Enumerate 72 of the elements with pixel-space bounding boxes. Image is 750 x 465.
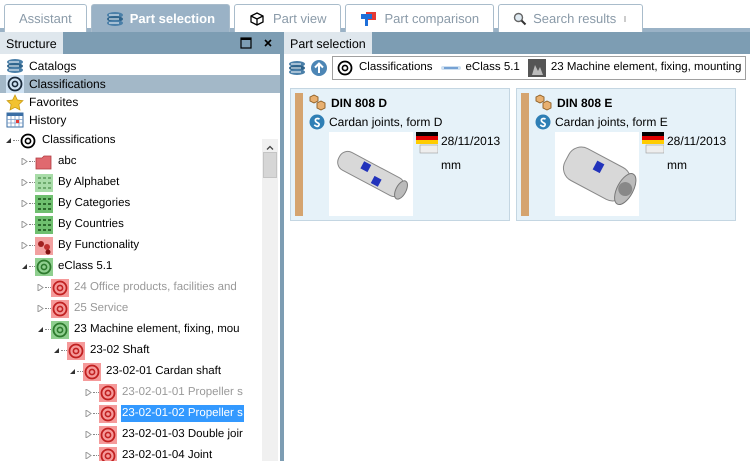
part-unit: mm bbox=[667, 157, 688, 174]
expand-icon[interactable] bbox=[20, 221, 28, 228]
tree-item[interactable]: 23-02 Shaft bbox=[89, 342, 150, 360]
scrollbar[interactable] bbox=[262, 139, 278, 461]
s-circle-icon bbox=[535, 114, 551, 130]
tree-item[interactable]: 23-02-01 Cardan shaft bbox=[105, 362, 222, 380]
breadcrumb-item[interactable]: Classifications bbox=[359, 59, 432, 77]
tree-item[interactable]: abc bbox=[57, 152, 78, 170]
expand-icon[interactable] bbox=[36, 305, 44, 312]
tree-item[interactable]: 23 Machine element, fixing, mou bbox=[73, 320, 241, 338]
grid-icon bbox=[35, 174, 53, 192]
network-icon bbox=[35, 236, 53, 254]
expand-icon[interactable] bbox=[84, 452, 92, 459]
boxes-icon bbox=[309, 94, 327, 112]
nav-item[interactable]: Favorites bbox=[0, 93, 280, 111]
expand-icon[interactable] bbox=[20, 179, 28, 186]
collapse-icon[interactable] bbox=[52, 347, 60, 354]
expand-icon[interactable] bbox=[20, 200, 28, 207]
tree-item[interactable]: By Alphabet bbox=[57, 174, 120, 192]
path-field[interactable]: Classifications eClass 5.1 23 Machine element, fixing, mounting bbox=[332, 56, 746, 80]
part-card[interactable]: DIN 808 D Cardan joints, form D 28/11/2013 mm bbox=[290, 88, 510, 221]
book-stack-icon[interactable] bbox=[288, 60, 306, 76]
tree-item[interactable]: By Functionality bbox=[57, 236, 140, 254]
grid-icon bbox=[35, 216, 53, 234]
part-date: 28/11/2013 bbox=[441, 133, 500, 150]
breadcrumb-item[interactable]: eClass 5.1 bbox=[466, 59, 520, 77]
blocks-icon bbox=[360, 10, 378, 26]
expand-icon[interactable] bbox=[84, 389, 92, 396]
collapse-icon[interactable] bbox=[68, 368, 76, 375]
part-card[interactable]: DIN 808 E Cardan joints, form E 28/11/2013 mm bbox=[516, 88, 736, 221]
collapse-icon[interactable] bbox=[4, 137, 12, 144]
boxes-icon bbox=[535, 94, 553, 112]
s-circle-icon bbox=[309, 114, 325, 130]
nav-item[interactable]: Classifications bbox=[0, 75, 280, 93]
photo-placeholder bbox=[528, 59, 546, 77]
tree-item[interactable]: By Countries bbox=[57, 216, 125, 234]
part-title: DIN 808 E bbox=[557, 94, 612, 112]
panel-tab[interactable]: Structure bbox=[0, 32, 63, 54]
collapse-icon[interactable] bbox=[36, 326, 44, 333]
maximize-icon[interactable] bbox=[240, 37, 252, 49]
tree-item[interactable]: 23-02-01-03 Double joir bbox=[121, 426, 244, 444]
collapse-icon[interactable] bbox=[20, 263, 28, 270]
tree-item[interactable]: Classifications bbox=[41, 132, 116, 150]
expand-icon[interactable] bbox=[84, 431, 92, 438]
flag-icon bbox=[642, 132, 664, 154]
logo-icon bbox=[440, 64, 460, 72]
grid-icon bbox=[35, 194, 53, 212]
expand-icon[interactable] bbox=[84, 410, 92, 417]
part-unit: mm bbox=[441, 157, 462, 174]
part-description: Cardan joints, form E bbox=[555, 114, 668, 132]
expand-icon[interactable] bbox=[36, 284, 44, 291]
calendar-icon bbox=[6, 112, 24, 128]
nav-item[interactable]: History bbox=[0, 111, 280, 129]
breadcrumb-item[interactable]: 23 Machine element, fixing, mounting bbox=[550, 59, 742, 77]
book-stack-icon bbox=[106, 10, 124, 26]
star-icon bbox=[6, 94, 24, 110]
search-icon bbox=[513, 12, 528, 26]
part-date: 28/11/2013 bbox=[667, 133, 726, 150]
tree-item[interactable]: By Categories bbox=[57, 194, 132, 212]
nav-item[interactable]: Catalogs bbox=[0, 57, 280, 75]
expand-icon[interactable] bbox=[20, 242, 28, 249]
tree-item[interactable]: 23-02-01-04 Joint bbox=[121, 446, 214, 461]
scrollbar-thumb[interactable] bbox=[263, 152, 277, 178]
folder-icon bbox=[35, 154, 53, 170]
panel-tab[interactable]: Part selection bbox=[284, 32, 372, 54]
close-icon[interactable] bbox=[264, 39, 272, 47]
book-stack-icon bbox=[6, 58, 24, 74]
part-description: Cardan joints, form D bbox=[329, 114, 442, 132]
tree-item[interactable]: eClass 5.1 bbox=[57, 258, 114, 276]
flag-icon bbox=[416, 132, 438, 154]
part-title: DIN 808 D bbox=[331, 94, 388, 112]
expand-icon[interactable] bbox=[20, 158, 28, 165]
